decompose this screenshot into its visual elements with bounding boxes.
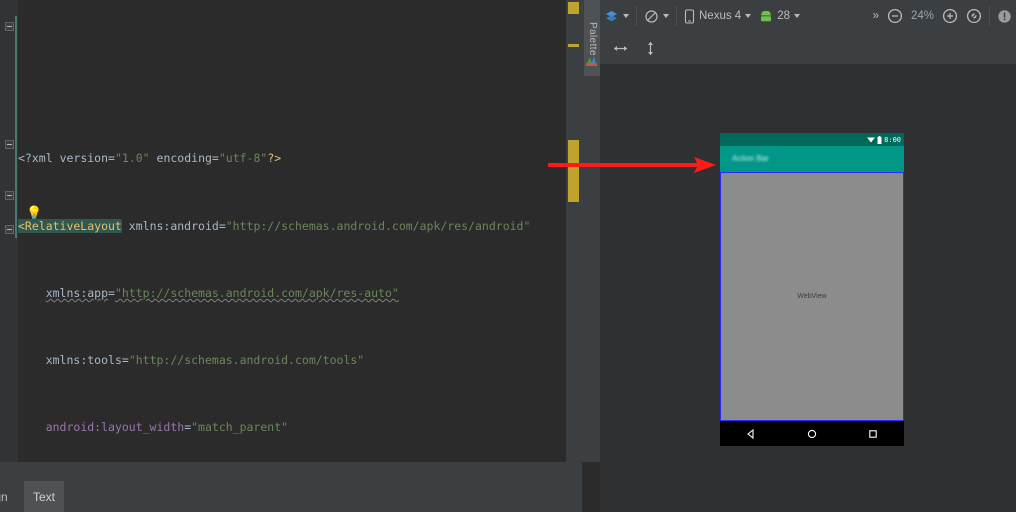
palette-icon[interactable] (586, 55, 598, 66)
token-xmlns-app-value: "http://schemas.android.com/apk/res-auto… (114, 285, 399, 300)
zoom-out-button[interactable] (883, 4, 907, 28)
toolbar-separator (989, 7, 990, 25)
device-webview-label: WebView (797, 293, 827, 300)
wifi-icon (867, 137, 876, 143)
orientation-icon (645, 9, 658, 23)
code-line-xml-decl: <?xml version="1.0" encoding="utf-8"?> (18, 151, 282, 166)
token-encoding-attr: encoding (156, 151, 212, 166)
warning-marker[interactable] (568, 2, 579, 14)
device-label: Nexus 4 (699, 10, 742, 22)
tab-text[interactable]: Text (24, 481, 64, 512)
token-xmlns-app: xmlns:app (45, 285, 109, 300)
token-xmlns-android-value: "http://schemas.android.com/apk/res/andr… (225, 218, 531, 233)
xml-editor-pane[interactable]: 💡 <?xml version="1.0" encoding="utf-8"?>… (0, 0, 600, 512)
chevron-down-icon[interactable] (793, 14, 800, 18)
token-encoding-value: "utf-8" (218, 151, 268, 166)
editor-scrollbar-markers[interactable] (566, 0, 582, 462)
tab-design[interactable]: gn (0, 481, 24, 512)
horizontal-resize-icon (614, 45, 627, 51)
api-selector[interactable]: 28 (755, 4, 804, 28)
orientation-button[interactable] (640, 4, 673, 28)
device-webview-area[interactable]: WebView (720, 172, 904, 421)
code-line-xmlns-app: xmlns:app="http://schemas.android.com/ap… (45, 285, 399, 300)
zoom-level-label: 24% (910, 10, 934, 22)
api-label: 28 (777, 10, 790, 22)
token-relativelayout-open: <RelativeLayout (18, 218, 122, 233)
code-line-xmlns-tools: xmlns:tools="http://schemas.android.com/… (45, 352, 365, 367)
token-xml-open: <?xml (18, 151, 53, 166)
vcs-change-bar (15, 16, 17, 238)
warning-marker[interactable] (568, 44, 579, 47)
token-version-value: "1.0" (114, 151, 150, 166)
zoom-to-fit-icon (966, 8, 982, 24)
battery-icon (877, 135, 882, 144)
toolbar-separator (676, 7, 677, 25)
chevron-down-icon[interactable] (663, 14, 669, 18)
preview-toolbar-row-2[interactable] (600, 32, 1016, 64)
editor-tabstrip[interactable]: gn Text (0, 481, 582, 512)
zoom-to-fit-button[interactable] (962, 4, 986, 28)
warning-button[interactable] (993, 4, 1016, 28)
match-height-button[interactable] (639, 36, 662, 60)
device-app-bar-title: Action Bar (732, 154, 769, 163)
token-xmlns-android: xmlns:android (128, 218, 219, 233)
nav-recents-icon[interactable] (868, 429, 878, 439)
code-line-root-layout-width: android:layout_width="match_parent" (45, 420, 289, 435)
token-version-attr: version (59, 151, 109, 166)
chevron-down-icon[interactable] (745, 14, 752, 18)
code-line-relativelayout-open: <RelativeLayout xmlns:android="http://sc… (18, 218, 531, 233)
token-layout-width-value: "match_parent" (191, 420, 289, 435)
device-clock: 8:00 (884, 135, 901, 144)
device-app-bar: Action Bar (720, 146, 904, 172)
chevron-down-icon[interactable] (623, 14, 629, 18)
app-window: 💡 <?xml version="1.0" encoding="utf-8"?>… (0, 0, 1016, 512)
toolbar-separator (636, 7, 637, 25)
layers-button[interactable] (600, 4, 633, 28)
toolbar-overflow-button[interactable]: » (869, 4, 883, 28)
webview-highlight-row (58, 193, 563, 210)
token-xml-close: ?> (267, 151, 282, 166)
code-fold-relativelayout-close[interactable] (5, 225, 14, 234)
zoom-out-icon (887, 8, 903, 24)
vertical-resize-icon (648, 41, 653, 55)
webview-highlight-row (58, 176, 563, 193)
device-navigation-bar (720, 421, 904, 446)
code-fold-relativelayout[interactable] (5, 22, 14, 31)
code-fold-webview-open[interactable] (5, 140, 14, 149)
device-status-bar: 8:00 (720, 133, 904, 146)
token-xmlns-tools-value: "http://schemas.android.com/tools" (128, 352, 365, 367)
zoom-in-icon (942, 8, 958, 24)
token-xmlns-tools: xmlns:tools (45, 352, 122, 367)
phone-icon (684, 8, 695, 24)
nav-back-icon[interactable] (746, 428, 756, 439)
token-layout-width: android:layout_width (45, 420, 185, 435)
warning-icon (998, 9, 1011, 23)
code-text[interactable]: <?xml version="1.0" encoding="utf-8"?> <… (18, 16, 563, 512)
nav-home-icon[interactable] (807, 429, 817, 439)
red-arrow-annotation (548, 157, 716, 173)
match-width-button[interactable] (608, 36, 633, 60)
device-selector[interactable]: Nexus 4 (680, 4, 755, 28)
device-preview[interactable]: 8:00 Action Bar WebView (718, 133, 906, 446)
layers-icon (606, 10, 617, 21)
preview-toolbar-row-1[interactable]: Nexus 4 28 » 24% (600, 0, 1016, 32)
zoom-in-button[interactable] (938, 4, 962, 28)
code-fold-webview-close[interactable] (5, 191, 14, 200)
android-icon (761, 10, 772, 21)
